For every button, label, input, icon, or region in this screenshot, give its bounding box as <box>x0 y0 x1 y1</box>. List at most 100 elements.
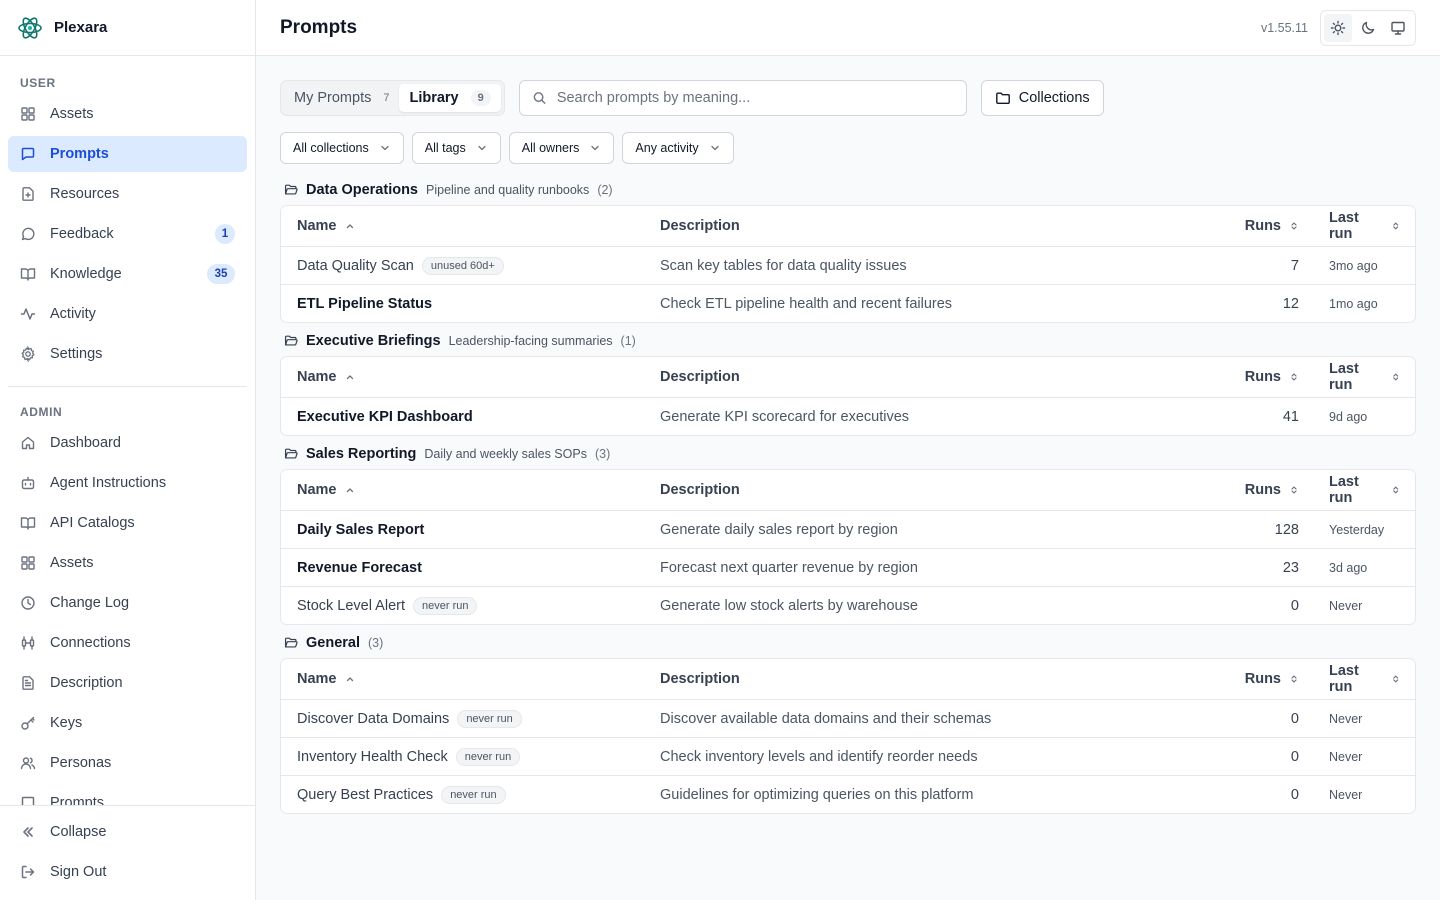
file-plus-icon <box>20 186 36 202</box>
sidebar-item-resources[interactable]: Resources <box>8 176 247 212</box>
prompt-name[interactable]: Revenue Forecast <box>297 560 422 576</box>
prompt-name-cell: Query Best Practices never run <box>281 785 644 804</box>
light-theme-button[interactable] <box>1324 13 1352 42</box>
prompt-name[interactable]: Data Quality Scan <box>297 258 414 274</box>
sidebar-nav: USER Assets Prompts Resources Feedback 1 Know… <box>0 56 255 805</box>
sidebar-item-prompts[interactable]: Prompts <box>8 785 247 805</box>
sidebar-item-personas[interactable]: Personas <box>8 745 247 781</box>
column-label: Last run <box>1329 210 1359 242</box>
filter-dropdown[interactable]: All owners <box>508 132 615 164</box>
column-label: Last run <box>1329 474 1359 506</box>
table-row[interactable]: Daily Sales Report Generate daily sales r… <box>281 510 1415 548</box>
sort-icon <box>1393 486 1399 494</box>
column-header-runs[interactable]: Runs <box>1197 369 1315 385</box>
brand[interactable]: Plexara <box>0 0 255 56</box>
column-header-runs[interactable]: Runs <box>1197 482 1315 498</box>
sidebar-item-label: API Catalogs <box>50 515 135 531</box>
sidebar-item-description[interactable]: Description <box>8 665 247 701</box>
prompt-name[interactable]: Query Best Practices <box>297 787 433 803</box>
prompt-runs: 0 <box>1290 710 1299 727</box>
column-header-last-run[interactable]: Last run <box>1315 474 1415 506</box>
table-row[interactable]: Data Quality Scan unused 60d+ Scan key tab… <box>281 246 1415 284</box>
column-header-runs[interactable]: Runs <box>1197 671 1315 687</box>
table-row[interactable]: Revenue Forecast Forecast next quarter re… <box>281 548 1415 586</box>
sort-icon <box>1291 675 1297 683</box>
sidebar-item-assets[interactable]: Assets <box>8 545 247 581</box>
column-header-last-run[interactable]: Last run <box>1315 663 1415 695</box>
prompt-runs: 0 <box>1290 786 1299 803</box>
filter-dropdown[interactable]: All tags <box>411 132 501 164</box>
sign-out-label: Sign Out <box>50 864 107 880</box>
tab-library[interactable]: Library 9 <box>399 84 501 112</box>
collection-header[interactable]: Sales Reporting Daily and weekly sales SO… <box>280 446 1416 462</box>
status-badge: never run <box>441 785 506 804</box>
collection-title: Executive Briefings <box>306 333 441 349</box>
column-label: Description <box>660 218 740 234</box>
grid-icon <box>20 106 36 122</box>
prompt-name[interactable]: Daily Sales Report <box>297 522 424 538</box>
sign-out-button[interactable]: Sign Out <box>8 854 247 890</box>
system-theme-button[interactable] <box>1384 14 1412 42</box>
prompt-name[interactable]: ETL Pipeline Status <box>297 296 432 312</box>
prompt-last-run: 9d ago <box>1329 409 1368 424</box>
sidebar-item-api-catalogs[interactable]: API Catalogs <box>8 505 247 541</box>
column-header-last-run[interactable]: Last run <box>1315 210 1415 242</box>
chevron-down-icon <box>381 145 389 151</box>
filter-bar: All collections All tags All owners Any act… <box>280 132 1416 164</box>
column-header-name[interactable]: Name <box>281 218 644 234</box>
message-square-icon <box>20 146 36 162</box>
prompt-name[interactable]: Inventory Health Check <box>297 749 448 765</box>
table-row[interactable]: Query Best Practices never run Guidelines … <box>281 775 1415 813</box>
collection-header[interactable]: Executive Briefings Leadership-facing sum… <box>280 333 1416 349</box>
users-icon <box>20 755 36 771</box>
column-label: Name <box>297 218 337 234</box>
table-row[interactable]: ETL Pipeline Status Check ETL pipeline he… <box>281 284 1415 322</box>
sidebar-item-settings[interactable]: Settings <box>8 336 247 372</box>
filter-label: All collections <box>293 141 369 155</box>
dark-theme-button[interactable] <box>1354 14 1382 42</box>
table-row[interactable]: Stock Level Alert never run Generate low s… <box>281 586 1415 624</box>
folder-open-icon <box>284 637 298 648</box>
table-row[interactable]: Executive KPI Dashboard Generate KPI scor… <box>281 397 1415 435</box>
sidebar-item-change-log[interactable]: Change Log <box>8 585 247 621</box>
sidebar-item-feedback[interactable]: Feedback 1 <box>8 216 247 252</box>
version-label: v1.55.11 <box>1260 20 1308 35</box>
prompt-name[interactable]: Stock Level Alert <box>297 598 405 614</box>
column-header-name[interactable]: Name <box>281 369 644 385</box>
log-out-icon <box>20 864 36 880</box>
column-header-name[interactable]: Name <box>281 671 644 687</box>
theme-toggle <box>1320 9 1416 46</box>
sidebar-item-keys[interactable]: Keys <box>8 705 247 741</box>
collection-header[interactable]: General (3) <box>280 635 1416 651</box>
collections-button[interactable]: Collections <box>980 80 1104 116</box>
column-header-runs[interactable]: Runs <box>1197 218 1315 234</box>
sidebar-item-activity[interactable]: Activity <box>8 296 247 332</box>
search-input[interactable] <box>556 90 954 106</box>
message-square-icon <box>20 795 36 805</box>
folder-icon <box>995 92 1010 104</box>
prompt-last-run: 3d ago <box>1329 560 1368 575</box>
column-header-name[interactable]: Name <box>281 482 644 498</box>
tab-my-prompts[interactable]: My Prompts 7 <box>284 84 399 112</box>
admin-nav-list: Dashboard Agent Instructions API Catalogs A… <box>8 425 247 805</box>
table-row[interactable]: Inventory Health Check never run Check inv… <box>281 737 1415 775</box>
collection-header[interactable]: Data Operations Pipeline and quality runb… <box>280 182 1416 198</box>
collection-subtitle: Pipeline and quality runbooks <box>426 183 590 197</box>
prompt-name-cell: Daily Sales Report <box>281 522 644 538</box>
column-header-last-run[interactable]: Last run <box>1315 361 1415 393</box>
filter-dropdown[interactable]: Any activity <box>622 132 734 164</box>
sidebar-item-agent-instructions[interactable]: Agent Instructions <box>8 465 247 501</box>
sidebar-item-dashboard[interactable]: Dashboard <box>8 425 247 461</box>
sidebar-item-prompts[interactable]: Prompts <box>8 136 247 172</box>
collapse-button[interactable]: Collapse <box>8 814 247 850</box>
prompt-name[interactable]: Executive KPI Dashboard <box>297 409 473 425</box>
sidebar-item-knowledge[interactable]: Knowledge 35 <box>8 256 247 292</box>
sidebar-item-assets[interactable]: Assets <box>8 96 247 132</box>
filter-dropdown[interactable]: All collections <box>280 132 404 164</box>
table-row[interactable]: Discover Data Domains never run Discover a… <box>281 699 1415 737</box>
sidebar: Plexara USER Assets Prompts Resources Feedb… <box>0 0 256 900</box>
prompt-runs: 41 <box>1282 408 1299 425</box>
prompt-name[interactable]: Discover Data Domains <box>297 711 449 727</box>
table-header-row: Name Description Runs Last run <box>281 659 1415 699</box>
sidebar-item-connections[interactable]: Connections <box>8 625 247 661</box>
